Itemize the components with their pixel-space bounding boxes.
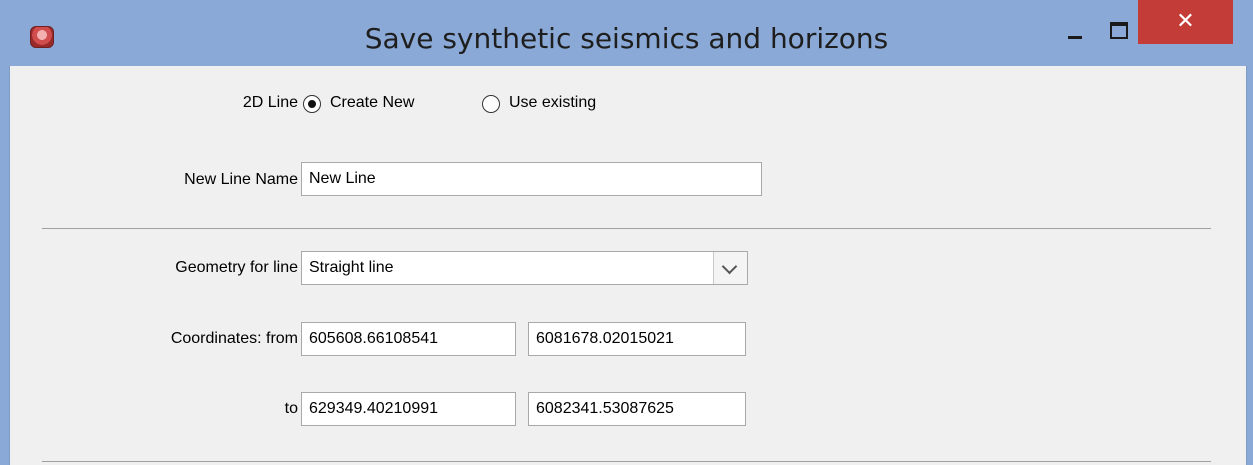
to-x-input[interactable]: 629349.40210991	[301, 392, 516, 426]
line-label: 2D Line	[242, 94, 298, 111]
use-existing-label[interactable]: Use existing	[509, 94, 596, 112]
chevron-down-icon[interactable]	[713, 252, 747, 284]
coordinates-from-label: Coordinates: from	[170, 330, 298, 347]
section-divider-bottom	[42, 461, 1211, 462]
create-new-radio[interactable]	[303, 95, 321, 113]
minimize-button[interactable]	[1060, 16, 1090, 44]
from-y-input[interactable]: 6081678.02015021	[528, 322, 746, 356]
close-icon: ✕	[1176, 9, 1195, 34]
new-line-name-label: New Line Name	[184, 171, 298, 188]
geometry-select-value: Straight line	[309, 259, 394, 276]
use-existing-radio[interactable]	[482, 95, 500, 113]
dialog-content: 2D Line Create New Use existing New Line…	[9, 66, 1247, 465]
close-button[interactable]: ✕	[1138, 0, 1233, 44]
from-x-input[interactable]: 605608.66108541	[301, 322, 516, 356]
to-y-input[interactable]: 6082341.53087625	[528, 392, 746, 426]
geometry-select[interactable]: Straight line	[301, 251, 748, 285]
create-new-label[interactable]: Create New	[330, 94, 414, 112]
coordinates-to-label: to	[284, 400, 298, 417]
maximize-button[interactable]	[1103, 16, 1133, 44]
section-divider-top	[42, 228, 1211, 229]
new-line-name-input[interactable]: New Line	[301, 162, 762, 196]
geometry-label: Geometry for line	[175, 259, 298, 276]
dialog-window: Save synthetic seismics and horizons ✕ 2…	[0, 0, 1253, 465]
